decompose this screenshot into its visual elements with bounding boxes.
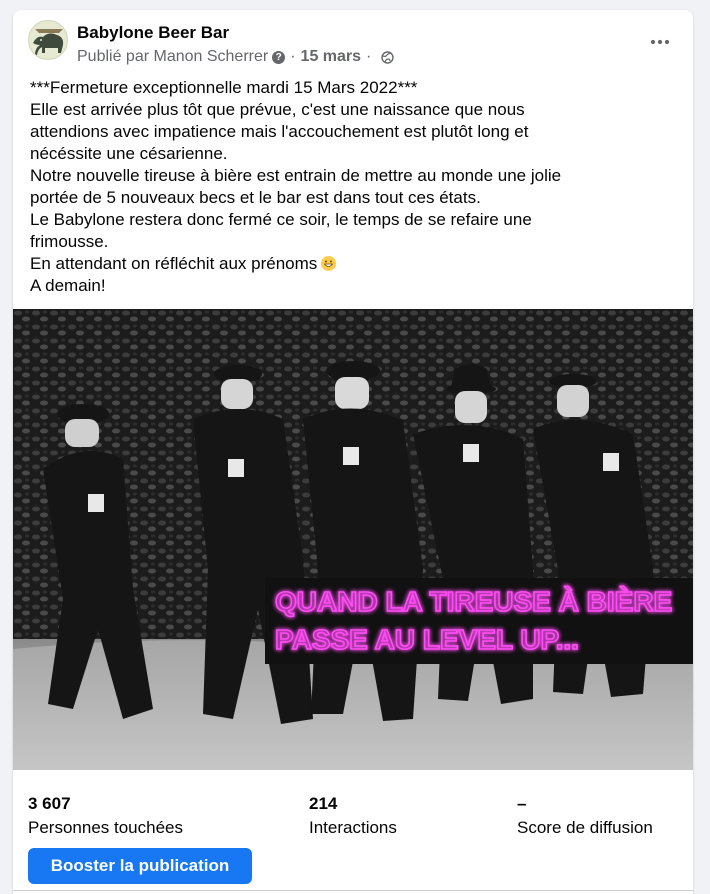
post-text-line: En attendant on réfléchit aux prénoms [30,254,318,273]
post-header: Babylone Beer Bar Publié par Manon Scher… [13,10,693,74]
post-text-line: portée de 5 nouveaux becs et le bar est … [30,188,481,207]
post-meta: Publié par Manon Scherrer ? · 15 mars · [77,48,395,66]
post-text-line: nécéssite une césarienne. [30,144,228,163]
post-text-line: ***Fermeture exceptionnelle mardi 15 Mar… [30,78,418,97]
post-date[interactable]: 15 mars [301,48,362,66]
help-icon[interactable]: ? [272,50,286,64]
boost-post-button[interactable]: Booster la publication [28,848,252,884]
separator: · [290,48,296,65]
post-text-line: Le Babylone restera donc fermé ce soir, … [30,210,532,229]
page-avatar[interactable] [28,20,68,60]
post-card: Babylone Beer Bar Publié par Manon Scher… [13,10,693,894]
post-text: ***Fermeture exceptionnelle mardi 15 Mar… [30,77,680,297]
post-text-line-with-emoji: En attendant on réfléchit aux prénoms [30,253,680,275]
image-caption-line-2: PASSE AU LEVEL UP... [275,624,579,655]
distribution-score-value: – [517,794,527,813]
reach-stat[interactable]: 3 607 Personnes touchées [28,794,183,838]
post-text-line: A demain! [30,276,106,295]
post-insights: 3 607 Personnes touchées 214 Interaction… [13,770,693,894]
distribution-score-stat[interactable]: – Score de diffusion [517,794,653,838]
separator: · [366,48,372,65]
post-image[interactable]: QUAND LA TIREUSE À BIÈRE PASSE AU LEVEL … [13,309,693,770]
post-text-line: attendions avec impatience mais l'accouc… [30,122,529,141]
post-text-line: frimousse. [30,232,109,251]
distribution-score-label: Score de diffusion [517,818,653,837]
image-caption-line-1: QUAND LA TIREUSE À BIÈRE [275,586,672,617]
page-name[interactable]: Babylone Beer Bar [77,23,229,43]
published-by[interactable]: Publié par Manon Scherrer [77,48,268,66]
globe-icon [381,50,395,64]
post-text-line: Elle est arrivée plus tôt que prévue, c'… [30,100,525,119]
post-text-line: Notre nouvelle tireuse à bière est entra… [30,166,562,185]
interactions-value: 214 [309,794,338,813]
reach-label: Personnes touchées [28,818,183,837]
interactions-label: Interactions [309,818,397,837]
divider [13,890,693,891]
reach-value: 3 607 [28,794,71,813]
vintage-photo: QUAND LA TIREUSE À BIÈRE PASSE AU LEVEL … [13,309,693,770]
elephant-logo-icon [29,21,67,59]
grinning-face-icon [321,256,337,271]
more-options-icon[interactable] [643,30,677,54]
interactions-stat[interactable]: 214 Interactions [309,794,397,838]
